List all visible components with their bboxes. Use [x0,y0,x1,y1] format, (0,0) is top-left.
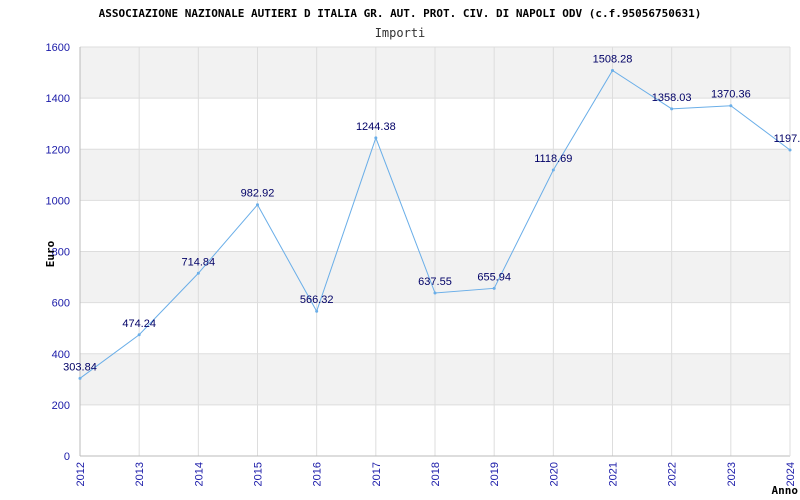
y-tick-label: 600 [52,298,70,310]
data-label: 303.84 [63,361,97,373]
y-tick-label: 1000 [46,195,70,207]
data-label: 1508.28 [593,53,633,65]
data-point [551,168,555,172]
x-tick-label: 2015 [253,462,265,486]
data-point [78,376,82,380]
x-tick-label: 2013 [134,462,146,486]
x-axis-label: Anno [772,484,799,497]
x-tick-label: 2024 [785,462,797,486]
chart: 02004006008001000120014001600 2012 2013 20… [44,7,800,497]
data-label: 474.24 [122,318,156,330]
x-tick-label: 2014 [193,462,205,486]
x-tick-labels: 2012 2013 2014 2015 2016 2017 2018 2019 2020 2021… [75,462,797,486]
data-label: 1370.36 [711,89,751,101]
x-tick-label: 2016 [312,462,324,486]
y-tick-label: 1600 [46,42,70,54]
data-labels: 303.84 474.24 714.84 982.92 566.32 1244.38 637… [63,53,800,373]
chart-title: ASSOCIAZIONE NAZIONALE AUTIERI D ITALIA … [99,7,702,20]
data-point [670,107,674,111]
x-tick-label: 2022 [667,462,679,486]
data-point [315,309,319,313]
x-tick-label: 2019 [489,462,501,486]
data-point [788,148,792,152]
y-tick-label: 0 [64,451,70,463]
y-tick-label: 1400 [46,93,70,105]
x-tick-label: 2020 [548,462,560,486]
data-point [492,286,496,290]
data-label: 1118.69 [534,153,572,165]
y-axis-label: Euro [44,240,57,267]
y-tick-label: 400 [52,349,70,361]
data-point [729,104,733,108]
y-tick-label: 200 [52,400,70,412]
y-tick-label: 1200 [46,144,70,156]
data-label: 637.55 [418,276,452,288]
data-point [137,333,141,337]
data-point [433,291,437,295]
data-label: 714.84 [182,256,216,268]
data-label: 566.32 [300,294,334,306]
data-point [196,271,200,275]
data-point [611,68,614,72]
x-tick-label: 2021 [608,462,620,486]
x-tick-label: 2017 [371,462,383,486]
data-label: 1244.38 [356,121,396,133]
data-label: 655.94 [477,271,511,283]
data-label: 1197.0 [774,133,800,145]
x-tick-label: 2023 [726,462,738,486]
data-point [256,203,259,207]
data-label: 982.92 [241,188,275,200]
x-tick-label: 2018 [430,462,442,486]
x-tick-label: 2012 [75,462,87,486]
chart-subtitle: Importi [375,26,426,40]
data-point [374,136,378,140]
data-label: 1358.03 [652,92,692,104]
